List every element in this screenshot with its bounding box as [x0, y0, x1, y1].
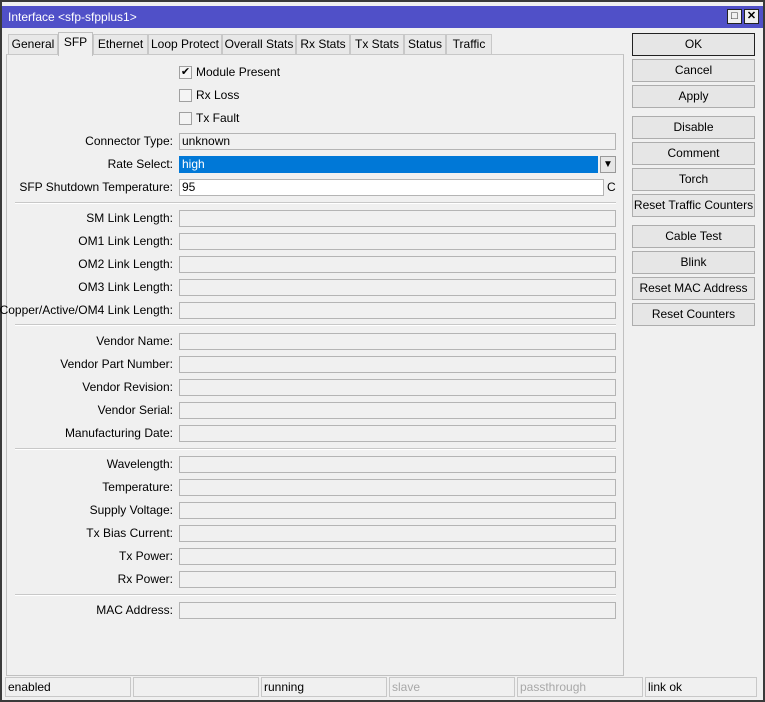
status-cell-link-ok: link ok: [645, 677, 757, 697]
tx-bias-current-label: Tx Bias Current:: [86, 526, 173, 540]
module-present-label: Module Present: [196, 65, 281, 79]
tab-sfp[interactable]: SFP: [58, 32, 93, 56]
disable-button[interactable]: Disable: [632, 116, 755, 139]
status-cell-empty: [133, 677, 259, 697]
tab-rx-stats[interactable]: Rx Stats: [296, 34, 350, 55]
vendor-serial-label: Vendor Serial:: [97, 403, 173, 417]
reset-mac-address-button[interactable]: Reset MAC Address: [632, 277, 755, 300]
reset-traffic-counters-button[interactable]: Reset Traffic Counters: [632, 194, 755, 217]
om2-link-length-label: OM2 Link Length:: [78, 257, 173, 271]
close-icon[interactable]: ✕: [744, 9, 759, 24]
vendor-part-number-label: Vendor Part Number:: [60, 357, 173, 371]
copper-active-om4-link-length-label: Copper/Active/OM4 Link Length:: [0, 303, 173, 317]
tab-ethernet[interactable]: Ethernet: [93, 34, 148, 55]
rx-loss-label: Rx Loss: [196, 88, 240, 102]
separator: [15, 202, 616, 204]
ok-button[interactable]: OK: [632, 33, 755, 56]
reset-counters-button[interactable]: Reset Counters: [632, 303, 755, 326]
om2-link-length-field: [179, 256, 616, 273]
tx-power-field: [179, 548, 616, 565]
manufacturing-date-field: [179, 425, 616, 442]
separator: [15, 448, 616, 450]
vendor-name-field: [179, 333, 616, 350]
temperature-label: Temperature:: [102, 480, 173, 494]
torch-button[interactable]: Torch: [632, 168, 755, 191]
vendor-part-number-field: [179, 356, 616, 373]
tab-status[interactable]: Status: [404, 34, 446, 55]
copper-active-om4-link-length-field: [179, 302, 616, 319]
om1-link-length-label: OM1 Link Length:: [78, 234, 173, 248]
tx-fault-checkbox[interactable]: [179, 112, 192, 125]
sfp-shutdown-temperature-label: SFP Shutdown Temperature:: [19, 180, 173, 194]
dropdown-arrow-icon[interactable]: ▼: [600, 156, 616, 173]
cable-test-button[interactable]: Cable Test: [632, 225, 755, 248]
rx-power-field: [179, 571, 616, 588]
rate-select-label: Rate Select:: [107, 157, 173, 171]
tx-fault-label: Tx Fault: [196, 111, 240, 125]
status-cell-enabled: enabled: [5, 677, 131, 697]
tx-power-label: Tx Power:: [118, 549, 173, 563]
sm-link-length-field: [179, 210, 616, 227]
connector-type-label: Connector Type:: [85, 134, 173, 148]
wavelength-field: [179, 456, 616, 473]
sfp-panel: ✔ Module Present Rx Loss Tx Fault Connector …: [0, 54, 624, 676]
separator: [15, 594, 616, 596]
wavelength-label: Wavelength:: [106, 457, 173, 471]
tab-general[interactable]: General: [8, 34, 58, 55]
window-title: Interface <sfp-sfpplus1>: [8, 10, 137, 24]
rx-power-label: Rx Power:: [117, 572, 173, 586]
vendor-revision-field: [179, 379, 616, 396]
om1-link-length-field: [179, 233, 616, 250]
supply-voltage-label: Supply Voltage:: [89, 503, 173, 517]
tab-tx-stats[interactable]: Tx Stats: [350, 34, 404, 55]
maximize-icon[interactable]: □: [727, 9, 742, 24]
vendor-revision-label: Vendor Revision:: [82, 380, 173, 394]
mac-address-label: MAC Address:: [96, 603, 173, 617]
om3-link-length-label: OM3 Link Length:: [78, 280, 173, 294]
temperature-field: [179, 479, 616, 496]
vendor-name-label: Vendor Name:: [96, 334, 173, 348]
tab-traffic[interactable]: Traffic: [446, 34, 492, 55]
supply-voltage-field: [179, 502, 616, 519]
apply-button[interactable]: Apply: [632, 85, 755, 108]
status-cell-slave: slave: [389, 677, 515, 697]
sfp-shutdown-temperature-field[interactable]: 95: [179, 179, 604, 196]
vendor-serial-field: [179, 402, 616, 419]
status-cell-running: running: [261, 677, 387, 697]
sm-link-length-label: SM Link Length:: [86, 211, 173, 225]
rx-loss-checkbox[interactable]: [179, 89, 192, 102]
tx-bias-current-field: [179, 525, 616, 542]
tab-overall-stats[interactable]: Overall Stats: [222, 34, 296, 55]
connector-type-field: unknown: [179, 133, 616, 150]
manufacturing-date-label: Manufacturing Date:: [64, 426, 173, 440]
temperature-unit: C: [607, 180, 616, 194]
interface-window: Interface <sfp-sfpplus1> □ ✕ General SFP E…: [0, 0, 765, 702]
rate-select-field[interactable]: high: [179, 156, 598, 173]
mac-address-field: [179, 602, 616, 619]
om3-link-length-field: [179, 279, 616, 296]
status-cell-passthrough: passthrough: [517, 677, 643, 697]
comment-button[interactable]: Comment: [632, 142, 755, 165]
tab-loop-protect[interactable]: Loop Protect: [148, 34, 222, 55]
title-bar[interactable]: Interface <sfp-sfpplus1> □ ✕: [2, 6, 763, 28]
cancel-button[interactable]: Cancel: [632, 59, 755, 82]
separator: [15, 324, 616, 326]
blink-button[interactable]: Blink: [632, 251, 755, 274]
module-present-checkbox[interactable]: ✔: [179, 66, 192, 79]
